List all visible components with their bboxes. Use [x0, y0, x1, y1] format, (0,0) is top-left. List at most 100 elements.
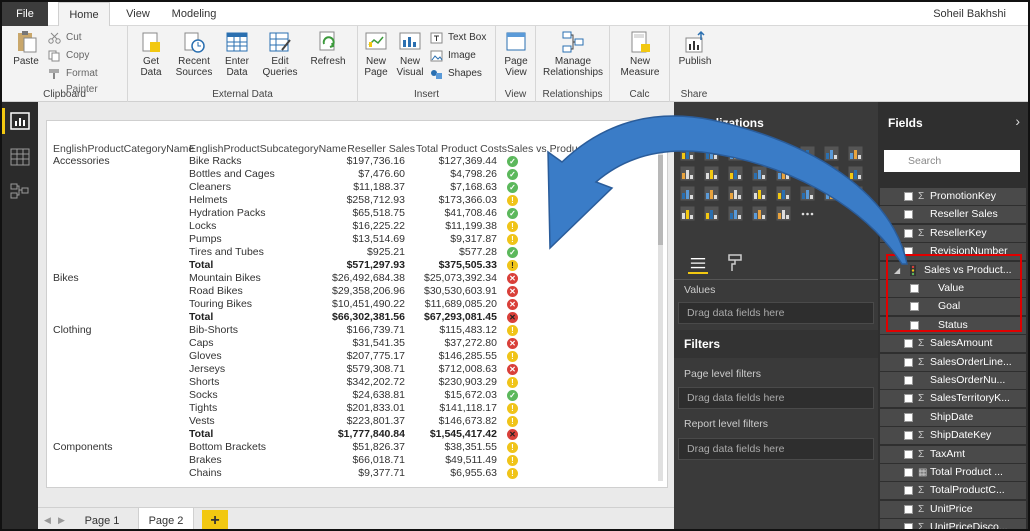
field-checkbox[interactable] [904, 376, 913, 385]
fields-well-icon[interactable] [688, 256, 708, 274]
treemap-visual-icon[interactable] [680, 186, 695, 201]
field-checkbox[interactable] [904, 357, 913, 367]
table-scrollbar[interactable] [658, 151, 663, 481]
field-item[interactable]: Σ TaxAmt [880, 445, 1026, 463]
table-row[interactable]: Brakes $66,018.71 $49,511.49! [47, 454, 657, 467]
header-total-product-costs[interactable]: Total Product Costs [416, 143, 507, 155]
recent-sources-button[interactable]: Recent Sources [172, 30, 216, 78]
multi-row-card-visual-icon[interactable] [800, 186, 815, 201]
gauge-visual-icon[interactable] [776, 186, 791, 201]
field-checkbox[interactable] [904, 504, 913, 514]
kpi-visual-icon[interactable] [848, 186, 863, 201]
table-row[interactable]: Total $66,302,381.56 $67,293,081.45 ✕ [47, 311, 657, 324]
header-category[interactable]: EnglishProductCategoryName [53, 143, 194, 155]
table-row[interactable]: Helmets $258,712.93 $173,366.03! [47, 194, 657, 207]
clustered-column-visual-icon[interactable] [752, 146, 767, 161]
text-box-button[interactable]: Text Box [430, 30, 486, 46]
refresh-button[interactable]: Refresh [308, 30, 348, 67]
field-checkbox[interactable] [904, 486, 913, 496]
clustered-bar-visual-icon[interactable] [728, 146, 743, 161]
table-row[interactable]: Socks $24,638.81 $15,672.03 ✓ [47, 389, 657, 402]
paste-button[interactable]: Paste [8, 30, 44, 67]
field-item[interactable]: Σ SalesOrderLine... [880, 353, 1026, 371]
publish-button[interactable]: Publish [674, 30, 716, 67]
field-checkbox[interactable] [904, 339, 913, 349]
matrix-visual-icon[interactable] [752, 206, 767, 221]
area-visual-icon[interactable] [848, 146, 863, 161]
table-row[interactable]: Total $571,297.93 $375,505.33! [47, 259, 657, 272]
stacked-column-visual-icon[interactable] [704, 146, 719, 161]
field-item[interactable]: Σ ResellerKey [880, 224, 1026, 242]
relationship-view-icon[interactable] [10, 182, 30, 200]
table-row[interactable]: Chains $9,377.71 $6,955.63! [47, 467, 657, 480]
slicer-visual-icon[interactable] [680, 206, 695, 221]
edit-queries-button[interactable]: Edit Queries [258, 30, 302, 78]
tab-home[interactable]: Home [58, 2, 110, 27]
page-filters-drop-zone[interactable]: Drag data fields here [678, 387, 874, 409]
table-row[interactable]: Bottles and Cages $7,476.60 $4,798.26 ✓ [47, 168, 657, 181]
values-drop-zone[interactable]: Drag data fields here [678, 302, 874, 324]
field-item[interactable]: Reseller Sales [880, 206, 1026, 224]
field-checkbox[interactable] [904, 523, 913, 529]
r-visual-visual-icon[interactable] [728, 206, 743, 221]
table-row[interactable]: Hydration Packs $65,518.75 $41,708.46 ✓ [47, 207, 657, 220]
table-row[interactable]: Total $1,777,840.84 $1,545,417.42 ✕ [47, 428, 657, 441]
report-filters-drop-zone[interactable]: Drag data fields here [678, 438, 874, 460]
new-measure-button[interactable]: New Measure [614, 30, 666, 78]
field-item[interactable]: Σ TotalProductC... [880, 482, 1026, 500]
add-page-button[interactable]: + [202, 510, 228, 529]
line-clustered-visual-icon[interactable] [728, 166, 743, 181]
new-visual-button[interactable]: New Visual [394, 30, 426, 78]
table-row[interactable]: Pumps $13,514.69 $9,317.87! [47, 233, 657, 246]
field-checkbox[interactable] [904, 431, 913, 441]
image-button[interactable]: Image [430, 48, 476, 64]
table-row[interactable]: Cleaners $11,188.37 $7,168.63 ✓ [47, 181, 657, 194]
header-status[interactable]: Sales vs Product Costs Status [507, 143, 635, 155]
enter-data-button[interactable]: Enter Data [220, 30, 254, 78]
stacked-area-visual-icon[interactable] [680, 166, 695, 181]
prev-page-icon[interactable]: ◀ [44, 515, 51, 526]
fields-search-input[interactable]: Search [884, 150, 1020, 172]
new-page-button[interactable]: New Page [360, 30, 392, 78]
filled-map-visual-icon[interactable] [728, 186, 743, 201]
100-column-visual-icon[interactable] [800, 146, 815, 161]
arcgis-visual-icon[interactable] [776, 206, 791, 221]
format-painter-button[interactable]: Format Painter [48, 66, 127, 95]
table-row[interactable]: Gloves $207,775.17 $146,285.55! [47, 350, 657, 363]
field-checkbox[interactable] [904, 394, 913, 404]
ribbon-visual-icon[interactable] [752, 166, 767, 181]
stacked-bar-visual-icon[interactable] [680, 146, 695, 161]
donut-visual-icon[interactable] [848, 166, 863, 181]
field-item[interactable]: ▦ Total Product ... [880, 464, 1026, 481]
data-view-icon[interactable] [10, 148, 30, 166]
page-tab-1[interactable]: Page 1 [76, 508, 128, 529]
table-row[interactable]: Shorts $342,202.72 $230,903.29! [47, 376, 657, 389]
field-checkbox[interactable] [904, 468, 913, 477]
manage-relationships-button[interactable]: Manage Relationships [540, 30, 606, 78]
table-row[interactable]: Locks $16,225.22 $11,199.38! [47, 220, 657, 233]
next-page-icon[interactable]: ▶ [58, 515, 65, 526]
field-item[interactable]: SalesOrderNu... [880, 372, 1026, 389]
table-row[interactable]: Bikes Mountain Bikes $26,492,684.38 $25,073… [47, 272, 657, 285]
table-row[interactable]: Clothing Bib-Shorts $166,739.71 $115,483.12… [47, 324, 657, 337]
collapse-pane-icon[interactable]: › [1015, 113, 1020, 129]
user-name[interactable]: Soheil Bakhshi [933, 2, 1006, 26]
pie-visual-icon[interactable] [824, 166, 839, 181]
field-item[interactable]: Σ UnitPrice [880, 500, 1026, 518]
field-item[interactable]: Σ ShipDateKey [880, 427, 1026, 445]
cut-button[interactable]: Cut [48, 30, 82, 46]
tab-file[interactable]: File [2, 2, 48, 26]
table-row[interactable]: Tights $201,833.01 $141,118.17! [47, 402, 657, 415]
field-checkbox[interactable] [904, 228, 913, 238]
tab-modeling[interactable]: Modeling [166, 2, 222, 26]
table-scrollbar-thumb[interactable] [658, 155, 663, 245]
card-visual-icon[interactable] [824, 186, 839, 201]
funnel-visual-icon[interactable] [752, 186, 767, 201]
table-row[interactable]: Road Bikes $29,358,206.96 $30,530,603.91 ✕ [47, 285, 657, 298]
waterfall-visual-icon[interactable] [776, 166, 791, 181]
table-row[interactable]: Caps $31,541.35 $37,272.80 ✕ [47, 337, 657, 350]
table-row[interactable]: Jerseys $579,308.71 $712,008.63 ✕ [47, 363, 657, 376]
field-checkbox[interactable] [904, 192, 913, 201]
field-checkbox[interactable] [904, 449, 913, 459]
100-bar-visual-icon[interactable] [776, 146, 791, 161]
